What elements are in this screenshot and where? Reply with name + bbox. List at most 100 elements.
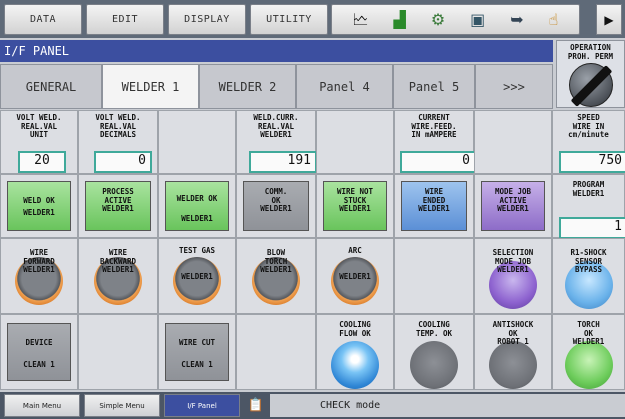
weld-current-label: WELD.CURR. REAL.VAL WELDER1: [253, 113, 299, 139]
empty-cell: [158, 110, 236, 174]
test-gas-label: TEST GAS: [178, 246, 216, 255]
menu-data[interactable]: DATA: [4, 4, 82, 35]
wire-feed-current-value[interactable]: 0: [400, 151, 476, 173]
hand-icon[interactable]: ☝: [549, 11, 559, 28]
empty-cell: [474, 110, 552, 174]
arc-cell[interactable]: ARC WELDER1: [316, 238, 394, 314]
cooling-temp-label: COOLING TEMP. OK: [415, 320, 453, 338]
tab-general[interactable]: GENERAL: [0, 64, 102, 109]
weld-current-value[interactable]: 191: [249, 151, 317, 173]
tab-welder-1[interactable]: WELDER 1: [102, 64, 199, 109]
if-panel-button[interactable]: I/F Panel: [164, 394, 240, 417]
wire-feed-current-cell: CURRENT WIRE.FEED. IN mAMPERE 0: [394, 110, 476, 174]
program-label: PROGRAM WELDER1: [572, 180, 605, 198]
tab-welder-2[interactable]: WELDER 2: [199, 64, 296, 109]
device-clean-sub: CLEAN 1: [23, 360, 55, 369]
device-clean-cell[interactable]: DEVICE CLEAN 1: [0, 314, 78, 390]
cooling-flow-label: COOLING FLOW OK: [339, 320, 371, 338]
cooling-temp-cell[interactable]: COOLING TEMP. OK: [394, 314, 474, 390]
wire-speed-value[interactable]: 750: [559, 151, 625, 173]
torch-ok-label: TORCH OK WELDER1: [572, 320, 605, 346]
operation-switch[interactable]: OPERATION PROH. PERM: [556, 40, 625, 108]
wire-cut-cell[interactable]: WIRE CUT CLEAN 1: [158, 314, 236, 390]
panel-title: I/F PANEL: [0, 40, 553, 62]
torch-ok-button[interactable]: [564, 341, 613, 389]
tab-panel-5[interactable]: Panel 5: [393, 64, 475, 109]
r1-shock-label: R1-SHOCK SENSOR BYPASS: [570, 248, 607, 274]
empty-cell: [236, 314, 316, 390]
tab-panel-4[interactable]: Panel 4: [296, 64, 393, 109]
menu-display[interactable]: DISPLAY: [168, 4, 246, 35]
cooling-temp-button[interactable]: [410, 341, 458, 389]
mode-job-lamp[interactable]: MODE JOB ACTIVE WELDER1: [481, 181, 545, 231]
volt-unit-label: VOLT WELD. REAL.VAL UNIT: [16, 113, 62, 139]
wire-cut-label: WIRE CUT: [178, 337, 216, 347]
volt-unit-cell: VOLT WELD. REAL.VAL UNIT 20: [0, 110, 78, 174]
wire-ended-cell[interactable]: WIRE ENDED WELDER1: [394, 174, 474, 238]
operation-knob-icon[interactable]: [569, 63, 613, 107]
blow-torch-cell[interactable]: BLOW TORCH WELDER1: [236, 238, 316, 314]
antishock-button[interactable]: [489, 341, 537, 389]
menu-edit[interactable]: EDIT: [86, 4, 164, 35]
menu-utility[interactable]: UTILITY: [250, 4, 328, 35]
selection-mode-label: SELECTION MODE JOB WELDER1: [492, 248, 534, 274]
bar-graph-icon[interactable]: ▟: [394, 11, 406, 28]
r1-shock-cell[interactable]: R1-SHOCK SENSOR BYPASS: [552, 238, 625, 314]
wire-backward-label: WIRE BACKWARD WELDER1: [99, 248, 137, 274]
volt-unit-value[interactable]: 20: [18, 151, 66, 173]
volt-decimals-value[interactable]: 0: [94, 151, 152, 173]
mode-job-cell[interactable]: MODE JOB ACTIVE WELDER1: [474, 174, 552, 238]
test-gas-cell[interactable]: TEST GAS WELDER1: [158, 238, 236, 314]
selection-mode-cell[interactable]: SELECTION MODE JOB WELDER1: [474, 238, 552, 314]
status-icon-strip: 🗠 ▟ ⚙ ▣ ➥ ☝: [331, 4, 580, 35]
weld-ok-sub: WELDER1: [23, 208, 55, 217]
empty-cell: [316, 110, 394, 174]
wire-speed-label: SPEED WIRE IN cm/minute: [568, 113, 609, 139]
welder-ok-lamp[interactable]: WELDER OK WELDER1: [165, 181, 229, 231]
device-clean-lamp[interactable]: DEVICE CLEAN 1: [7, 323, 71, 381]
wire-speed-cell: SPEED WIRE IN cm/minute 750: [552, 110, 625, 174]
arc-label: ARC: [348, 246, 362, 255]
welder-ok-label: WELDER OK: [176, 193, 218, 203]
program-value[interactable]: 1: [559, 217, 625, 239]
torch-ok-cell[interactable]: TORCH OK WELDER1: [552, 314, 625, 390]
simple-menu-button[interactable]: Simple Menu: [84, 394, 160, 417]
operation-label: OPERATION PROH. PERM: [567, 43, 614, 61]
wire-cut-lamp[interactable]: WIRE CUT CLEAN 1: [165, 323, 229, 381]
volt-decimals-cell: VOLT WELD. REAL.VAL DECIMALS 0: [78, 110, 158, 174]
gears-icon[interactable]: ⚙: [431, 11, 445, 28]
program-cell: PROGRAM WELDER1 1: [552, 174, 625, 239]
status-message: CHECK mode: [270, 394, 625, 417]
welder-ok-sub: WELDER1: [181, 214, 213, 223]
wire-not-stuck-lamp[interactable]: WIRE NOT STUCK WELDER1: [323, 181, 387, 231]
empty-cell: [78, 314, 158, 390]
welder-ok-cell[interactable]: WELDER OK WELDER1: [158, 174, 236, 238]
play-icon[interactable]: ▶: [596, 4, 622, 35]
arrow-window-icon[interactable]: ➥: [510, 11, 523, 28]
blow-torch-label: BLOW TORCH WELDER1: [260, 248, 292, 274]
clipboard-icon[interactable]: 📋: [244, 394, 268, 417]
chart-window-icon[interactable]: 🗠: [352, 11, 368, 28]
cooling-flow-cell[interactable]: COOLING FLOW OK: [316, 314, 394, 390]
process-active-cell[interactable]: PROCESS ACTIVE WELDER1: [78, 174, 158, 238]
comm-ok-cell[interactable]: COMM. OK WELDER1: [236, 174, 316, 238]
arc-sub: WELDER1: [339, 272, 371, 281]
main-menu-button[interactable]: Main Menu: [4, 394, 80, 417]
wire-ended-lamp[interactable]: WIRE ENDED WELDER1: [401, 181, 467, 231]
weld-ok-cell[interactable]: WELD OK WELDER1: [0, 174, 78, 238]
wire-not-stuck-cell[interactable]: WIRE NOT STUCK WELDER1: [316, 174, 394, 238]
wire-forward-cell[interactable]: WIRE FORWARD WELDER1: [0, 238, 78, 314]
monitor-icon[interactable]: ▣: [470, 11, 485, 28]
device-clean-label: DEVICE: [25, 337, 53, 347]
wire-cut-sub: CLEAN 1: [181, 360, 213, 369]
tab-more[interactable]: >>>: [475, 64, 553, 109]
wire-backward-cell[interactable]: WIRE BACKWARD WELDER1: [78, 238, 158, 314]
wire-feed-current-label: CURRENT WIRE.FEED. IN mAMPERE: [411, 113, 457, 139]
weld-ok-lamp[interactable]: WELD OK WELDER1: [7, 181, 71, 231]
cooling-flow-button[interactable]: [331, 341, 379, 389]
wire-forward-label: WIRE FORWARD WELDER1: [23, 248, 55, 274]
process-active-lamp[interactable]: PROCESS ACTIVE WELDER1: [85, 181, 151, 231]
empty-cell: [394, 238, 474, 314]
comm-ok-lamp[interactable]: COMM. OK WELDER1: [243, 181, 309, 231]
antishock-cell[interactable]: ANTISHOCK OK ROBOT 1: [474, 314, 552, 390]
